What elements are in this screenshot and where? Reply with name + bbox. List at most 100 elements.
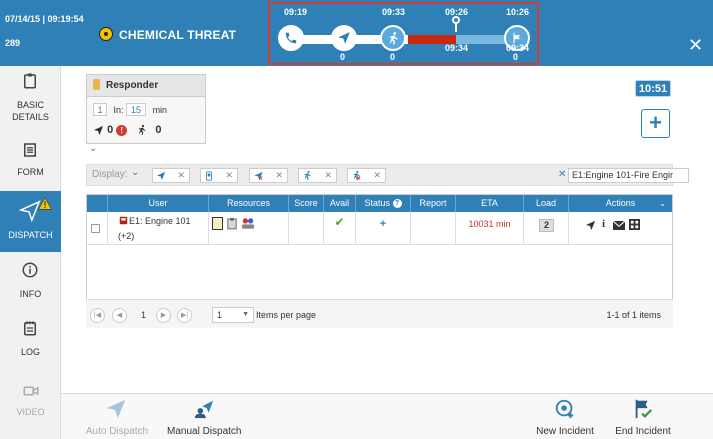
close-icon[interactable]: ✕ (688, 36, 703, 54)
sidebar-item-log[interactable]: LOG (0, 316, 61, 377)
filter-chip-not-dispatched[interactable]: ✕ (249, 168, 288, 183)
clipboard-icon[interactable] (227, 217, 237, 230)
end-incident-label: End Incident (615, 426, 671, 437)
dispatch-panel: Responder 1 In: 15 min 0 ! 0 ⌄ 10:51 + D… (61, 66, 713, 393)
team-icon[interactable] (241, 217, 255, 230)
timeline-location-pin-icon (452, 16, 460, 32)
envelope-icon[interactable] (613, 221, 625, 230)
responder-count-field[interactable]: 1 (93, 103, 107, 116)
column-resources[interactable]: Resources (209, 195, 289, 212)
responder-card: Responder 1 In: 15 min 0 ! 0 (86, 74, 206, 144)
info-icon (22, 262, 38, 278)
column-status[interactable]: Status ? (356, 195, 411, 212)
column-report[interactable]: Report (411, 195, 456, 212)
form-list-icon (24, 143, 36, 157)
row-user-extra: (+2) (118, 231, 135, 241)
warning-icon (38, 197, 52, 210)
sidebar-item-label: DISPATCH (8, 230, 53, 240)
responder-card-title: Responder (87, 75, 205, 97)
incident-header: 07/14/15 | 09:19:54 289 CHEMICAL THREAT … (0, 0, 713, 66)
auto-dispatch-label: Auto Dispatch (85, 426, 149, 437)
grid-pager: |◀ ◀ 1 ▶ ▶| 1 ▼ Items per page 1-1 of 1 … (86, 299, 673, 328)
current-time-badge: 10:51 (635, 80, 671, 97)
resource-search-input[interactable]: E1:Engine 101-Fire Engir (568, 168, 689, 183)
current-page-number[interactable]: 1 (136, 308, 151, 323)
row-status-add[interactable]: + (356, 212, 411, 245)
filter-chip-dispatched[interactable]: ✕ (152, 168, 190, 183)
grid-view-icon[interactable] (629, 219, 640, 230)
dispatch-plane-icon[interactable] (585, 220, 596, 231)
close-icon[interactable]: ✕ (324, 169, 332, 182)
column-score[interactable]: Score (289, 195, 324, 212)
end-incident-button[interactable]: End Incident (615, 394, 671, 439)
next-page-button[interactable]: ▶ (156, 308, 171, 323)
paper-plane-icon (338, 32, 350, 44)
chevron-down-icon[interactable]: ⌄ (659, 195, 666, 212)
mobile-device-icon (206, 171, 212, 181)
timeline-enroute-node[interactable] (380, 25, 406, 51)
chevron-down-icon[interactable]: ⌄ (131, 167, 139, 178)
timeline-dispatch-time: 09:33 (382, 7, 406, 17)
row-avail-check-icon: ✔ (324, 212, 356, 245)
last-page-button[interactable]: ▶| (177, 308, 192, 323)
filter-chip-not-enroute[interactable]: ✕ (347, 168, 386, 183)
timeline-call-node[interactable] (278, 25, 304, 51)
id-card-icon[interactable] (212, 217, 223, 230)
incident-title: CHEMICAL THREAT (119, 28, 237, 42)
column-avail[interactable]: Avail (324, 195, 356, 212)
log-notepad-icon (24, 321, 36, 336)
close-icon[interactable]: ✕ (225, 169, 233, 182)
row-report-cell (411, 212, 456, 245)
clear-search-icon[interactable]: ✕ (558, 169, 566, 180)
close-icon[interactable]: ✕ (373, 169, 381, 182)
sidebar-item-dispatch[interactable]: DISPATCH (0, 191, 61, 252)
filter-chip-enroute[interactable]: ✕ (298, 168, 337, 183)
chevron-down-icon: ▼ (242, 311, 249, 318)
bottom-action-bar: Auto Dispatch Manual Dispatch New Incide… (61, 393, 713, 439)
timeline-call-time: 09:19 (284, 7, 308, 17)
responder-in-label: In: (113, 105, 124, 115)
sidebar-item-video[interactable]: VIDEO (0, 377, 61, 438)
timeline-arrive-count: 0 (513, 52, 519, 62)
sidebar-nav: BASIC DETAILS FORM DISPATCH INFO LOG VID… (0, 66, 61, 439)
column-load[interactable]: Load (524, 195, 569, 212)
first-page-button[interactable]: |◀ (90, 308, 105, 323)
responder-minutes-field[interactable]: 15 (126, 103, 147, 116)
sidebar-item-label: INFO (19, 289, 42, 299)
column-actions[interactable]: Actions ⌄ (569, 195, 672, 212)
add-responder-button[interactable]: + (641, 109, 670, 138)
filter-chip-device[interactable]: ✕ (200, 168, 238, 183)
column-user[interactable]: User (108, 195, 209, 212)
alert-icon: ! (116, 124, 128, 136)
grid-header: User Resources Score Avail Status ? Repo… (87, 195, 672, 212)
incident-id: 289 (5, 38, 21, 48)
running-person-icon (304, 170, 311, 181)
responder-criteria: 1 In: 15 min (93, 103, 167, 116)
row-select-cell (87, 212, 108, 245)
manual-dispatch-button[interactable]: Manual Dispatch (167, 394, 241, 439)
previous-page-button[interactable]: ◀ (112, 308, 127, 323)
column-eta[interactable]: ETA (456, 195, 524, 212)
sidebar-item-info[interactable]: INFO (0, 254, 61, 315)
timeline-dispatch-node[interactable] (331, 25, 357, 51)
sidebar-item-basic-details[interactable]: BASIC DETAILS (0, 66, 61, 127)
timeline-pin-lower-time: 09:34 (445, 43, 469, 53)
sidebar-item-form[interactable]: FORM (0, 130, 61, 191)
sidebar-item-label: BASIC (16, 100, 44, 110)
paper-plane-icon (156, 171, 166, 180)
row-checkbox[interactable] (91, 224, 100, 233)
paper-plane-icon (106, 399, 126, 419)
auto-dispatch-button[interactable]: Auto Dispatch (85, 394, 149, 439)
page-size-select[interactable]: 1 ▼ (212, 307, 254, 323)
close-icon[interactable]: ✕ (275, 169, 283, 182)
new-incident-button[interactable]: New Incident (535, 394, 595, 439)
responder-stats: 0 ! 0 (93, 124, 162, 136)
new-incident-icon (555, 399, 574, 419)
chevron-down-icon[interactable]: ⌄ (89, 143, 97, 154)
table-row[interactable]: E1: Engine 101 (+2) ✔ + 10031 min 2 i (87, 212, 672, 245)
info-icon[interactable]: i (602, 218, 605, 230)
timeline-dispatch-count: 0 (340, 52, 346, 62)
close-icon[interactable]: ✕ (177, 169, 185, 182)
timeline-arrive-time: 10:26 (506, 7, 530, 17)
help-icon[interactable]: ? (392, 199, 402, 209)
